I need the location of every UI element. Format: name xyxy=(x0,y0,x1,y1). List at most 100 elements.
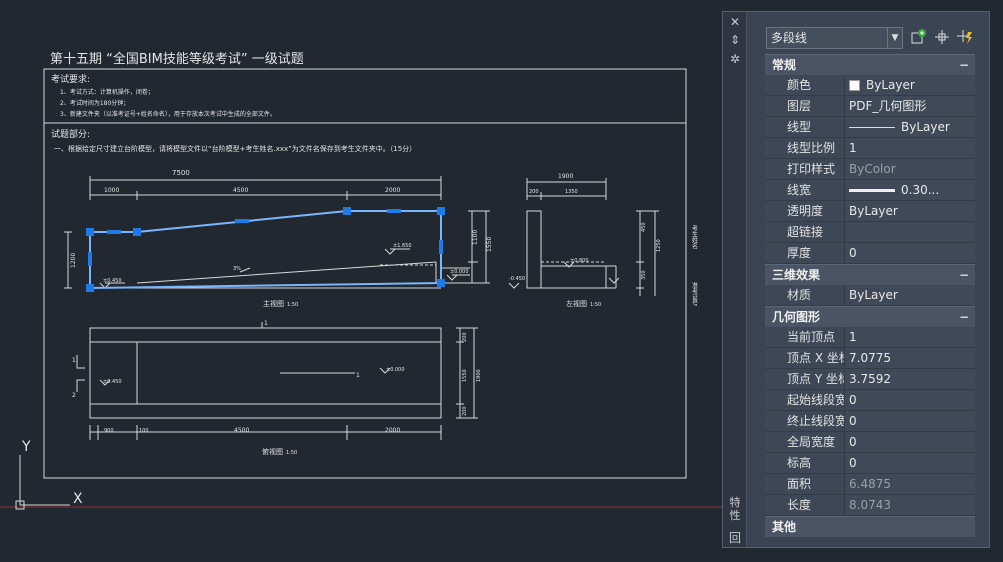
property-row[interactable]: 材质 ByLayer xyxy=(765,285,975,306)
properties-options-icon[interactable]: ✲ xyxy=(727,52,743,66)
property-row[interactable]: 长度 8.0743 xyxy=(765,495,975,516)
property-row[interactable]: 当前顶点 1 xyxy=(765,327,975,348)
property-row[interactable]: 颜色 ByLayer xyxy=(765,75,975,96)
view-top-scale: 1:50 xyxy=(286,450,297,456)
grip-mid-3[interactable] xyxy=(387,209,401,213)
property-name: 面积 xyxy=(765,474,845,494)
elev-top-0450: ±0.450 xyxy=(103,379,122,385)
close-icon[interactable]: ✕ xyxy=(727,15,743,29)
grip-vertex-1[interactable] xyxy=(86,228,94,236)
palette-bottom-icon[interactable]: 回 xyxy=(727,531,743,545)
object-type-value: 多段线 xyxy=(771,31,808,45)
dim-4500: 4500 xyxy=(233,187,248,194)
drawing-title: 第十五期 “全国BIM技能等级考试” 一级试题 xyxy=(50,51,304,67)
property-row[interactable]: 图层 PDF_几何图形 xyxy=(765,96,975,117)
grip-mid-2[interactable] xyxy=(235,219,249,223)
property-row[interactable]: 全局宽度 0 xyxy=(765,432,975,453)
property-row[interactable]: 面积 6.4875 xyxy=(765,474,975,495)
property-value[interactable]: ByLayer xyxy=(845,201,975,221)
property-list: 常规 − 颜色 ByLayer 图层 PDF_几何图形 线型 ByLayer 线型比例 1 打印样式… xyxy=(765,54,975,537)
property-row[interactable]: 起始线段宽度 0 xyxy=(765,390,975,411)
object-type-select[interactable]: 多段线 ▼ xyxy=(766,27,903,49)
linetype-preview xyxy=(849,126,895,128)
property-value[interactable]: 1 xyxy=(845,138,975,158)
property-value[interactable]: ByLayer xyxy=(845,117,975,137)
property-name: 透明度 xyxy=(765,201,845,221)
property-row[interactable]: 顶点 Y 坐标 3.7592 xyxy=(765,369,975,390)
property-row[interactable]: 打印样式 ByColor xyxy=(765,159,975,180)
palette-title-strip[interactable]: ✕ ⇕ ✲ 特性 回 xyxy=(723,12,747,547)
property-row[interactable]: 顶点 X 坐标 7.0775 xyxy=(765,348,975,369)
property-value[interactable]: 0 xyxy=(845,411,975,431)
grip-vertex-6[interactable] xyxy=(86,284,94,292)
property-row[interactable]: 线型 ByLayer xyxy=(765,117,975,138)
elev-front-1650: ±1.650 xyxy=(393,243,412,249)
property-value[interactable]: PDF_几何图形 xyxy=(845,96,975,116)
dim-1550: 1550 xyxy=(486,237,493,252)
property-value[interactable]: 7.0775 xyxy=(845,348,975,368)
collapse-icon[interactable]: − xyxy=(959,55,969,76)
grip-vertex-5[interactable] xyxy=(437,279,445,287)
property-value-text: ByColor xyxy=(849,162,896,176)
section-title: 几何图形 xyxy=(772,310,821,324)
property-value[interactable]: 1 xyxy=(845,327,975,347)
property-name: 当前顶点 xyxy=(765,327,845,347)
property-value: 6.4875 xyxy=(845,474,975,494)
palette-body: 多段线 ▼ 常规 − 颜色 ByLayer 图层 PDF_几何图形 线型 ByLayer 线型比… xyxy=(747,12,989,547)
grip-vertex-4[interactable] xyxy=(437,207,445,215)
property-value[interactable] xyxy=(845,222,975,242)
collapse-icon[interactable]: − xyxy=(959,307,969,328)
property-value[interactable]: ByLayer xyxy=(845,75,975,95)
property-name: 线型 xyxy=(765,117,845,137)
ucs-icon[interactable] xyxy=(15,455,70,510)
property-row[interactable]: 标高 0 xyxy=(765,453,975,474)
toggle-pickadd-icon[interactable] xyxy=(909,28,929,48)
quick-select-icon[interactable] xyxy=(955,28,975,48)
property-row[interactable]: 线宽 0.30... xyxy=(765,180,975,201)
dim-top-900: 900 xyxy=(104,428,114,434)
auto-hide-icon[interactable]: ⇕ xyxy=(727,33,743,47)
grip-mid-1[interactable] xyxy=(107,230,121,234)
select-objects-icon[interactable] xyxy=(932,28,952,48)
property-name: 标高 xyxy=(765,453,845,473)
property-value[interactable]: 3.7592 xyxy=(845,369,975,389)
property-name: 起始线段宽度 xyxy=(765,390,845,410)
collapse-icon[interactable]: − xyxy=(959,265,969,286)
property-value-text: 0 xyxy=(849,456,857,470)
property-value[interactable]: 0 xyxy=(845,390,975,410)
section-header-0[interactable]: 常规 − xyxy=(765,54,975,75)
dim-7500: 7500 xyxy=(172,169,190,177)
grip-vertex-3[interactable] xyxy=(343,207,351,215)
property-value-text: 0 xyxy=(849,435,857,449)
palette-title: 特性 xyxy=(729,496,741,522)
property-name: 超链接 xyxy=(765,222,845,242)
property-row[interactable]: 透明度 ByLayer xyxy=(765,201,975,222)
questions-header: 试题部分: xyxy=(51,128,90,140)
property-row[interactable]: 线型比例 1 xyxy=(765,138,975,159)
property-row[interactable]: 终止线段宽度 0 xyxy=(765,411,975,432)
grip-mid-5[interactable] xyxy=(439,240,443,254)
property-name: 长度 xyxy=(765,495,845,515)
property-value[interactable]: 0 xyxy=(845,432,975,452)
properties-palette[interactable]: ✕ ⇕ ✲ 特性 回 多段线 ▼ 常规 − 颜色 ByLayer 图层 PDF_几何图形线… xyxy=(722,11,990,548)
section-header-3[interactable]: 其他 xyxy=(765,516,975,537)
grip-vertex-2[interactable] xyxy=(133,228,141,236)
property-name: 顶点 X 坐标 xyxy=(765,348,845,368)
grip-mid-4[interactable] xyxy=(88,252,92,266)
property-name: 终止线段宽度 xyxy=(765,411,845,431)
property-value[interactable]: ByLayer xyxy=(845,285,975,305)
property-row[interactable]: 厚度 0 xyxy=(765,243,975,264)
property-value[interactable]: 0 xyxy=(845,453,975,473)
section-header-2[interactable]: 几何图形 − xyxy=(765,306,975,327)
dim-left-1350: 1350 xyxy=(565,189,578,195)
property-value[interactable]: 0.30... xyxy=(845,180,975,200)
dim-top-1550: 1550 xyxy=(462,369,468,382)
property-value-text: 8.0743 xyxy=(849,498,891,512)
chevron-down-icon[interactable]: ▼ xyxy=(887,28,902,48)
section-header-1[interactable]: 三维效果 − xyxy=(765,264,975,285)
property-value[interactable]: 0 xyxy=(845,243,975,263)
property-value: 8.0743 xyxy=(845,495,975,515)
property-value-text: 7.0775 xyxy=(849,351,891,365)
property-row[interactable]: 超链接 xyxy=(765,222,975,243)
dim-left-1900: 1900 xyxy=(558,173,573,180)
